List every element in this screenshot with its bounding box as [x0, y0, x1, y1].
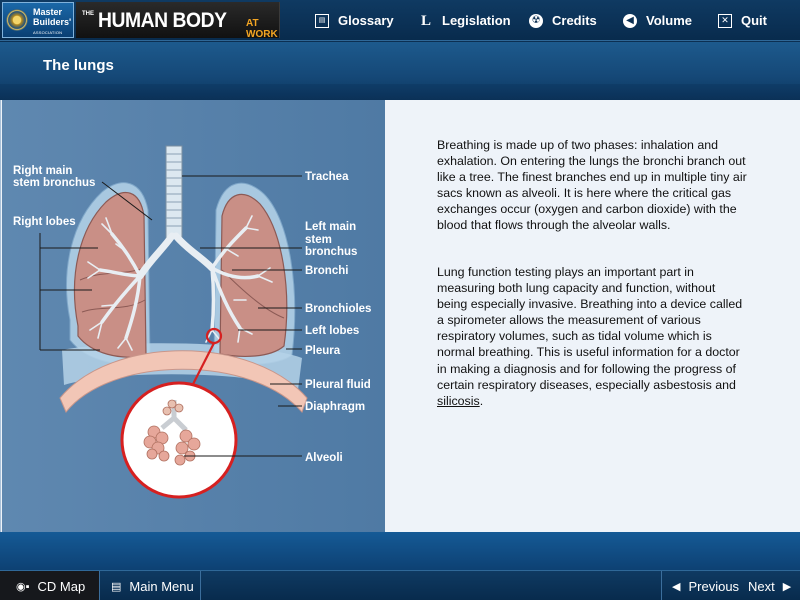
previous-label: Previous [688, 578, 740, 594]
label-trachea: Trachea [305, 171, 349, 183]
label-left-lobes: Left lobes [305, 325, 359, 337]
nav-legislation-label: Legislation [442, 13, 511, 28]
chevron-left-icon: ◀ [672, 580, 681, 593]
nav-glossary[interactable]: ▤ Glossary [315, 0, 394, 41]
label-pleura: Pleura [305, 345, 341, 357]
quit-icon: ✕ [718, 13, 732, 28]
paragraph-lung-function: Lung function testing plays an important… [437, 264, 747, 409]
label-alveoli: Alveoli [305, 452, 343, 464]
chevron-right-icon: ▶ [782, 580, 792, 593]
nav-credits[interactable]: ☢ Credits [529, 0, 597, 41]
main-menu-button[interactable]: ▤ Main Menu [101, 571, 201, 600]
content-area: Right main stem bronchus Right lobes Tra… [0, 100, 800, 532]
page-title: The lungs [43, 57, 114, 74]
bottom-bar: ◉▪ CD Map ▤ Main Menu ◀ Previous Next ▶ [0, 570, 800, 600]
nav-volume[interactable]: ◀ Volume [623, 0, 692, 41]
volume-icon: ◀ [623, 13, 637, 28]
menu-icon: ▤ [111, 580, 122, 593]
label-left-main-1: Left main [305, 221, 356, 233]
previous-button[interactable]: ◀ Previous [661, 571, 740, 600]
master-builders-logo: Master Builders' ASSOCIATION [2, 2, 74, 38]
app-window: Master Builders' ASSOCIATION THE HUMAN B… [0, 0, 800, 600]
product-prefix: THE [82, 11, 94, 17]
footer-band [0, 532, 800, 570]
nav-credits-label: Credits [552, 13, 597, 28]
nav-legislation[interactable]: L Legislation [419, 0, 511, 41]
label-diaphragm: Diaphragm [305, 401, 365, 413]
logo-line-1: Master [33, 7, 63, 17]
nav-quit[interactable]: ✕ Quit [718, 0, 767, 41]
paragraph-lung-function-text: Lung function testing plays an important… [437, 265, 743, 392]
label-right-lobes: Right lobes [13, 216, 76, 228]
title-bar: The lungs [0, 42, 800, 100]
paragraph-breathing: Breathing is made up of two phases: inha… [437, 138, 747, 233]
label-pleural-fluid: Pleural fluid [305, 379, 371, 391]
label-right-main-1: Right main [13, 165, 72, 177]
next-button[interactable]: Next ▶ [738, 571, 800, 600]
cd-map-label: CD Map [37, 578, 86, 594]
product-title: HUMAN BODY [98, 9, 227, 32]
label-left-main-2: stem [305, 234, 332, 246]
label-right-main-2: stem bronchus [13, 177, 95, 189]
logo-line-3: ASSOCIATION [33, 30, 63, 35]
product-suffix: AT WORK [246, 18, 278, 40]
main-bronchi [136, 232, 216, 280]
top-bar: Master Builders' ASSOCIATION THE HUMAN B… [0, 0, 800, 41]
logo-line-2: Builders' [33, 17, 72, 27]
lung-diagram-svg: Right main stem bronchus Right lobes Tra… [13, 145, 371, 499]
nav-glossary-label: Glossary [338, 13, 394, 28]
label-bronchioles: Bronchioles [305, 303, 371, 315]
cd-map-icon: ◉▪ [16, 580, 30, 593]
title-bar-stripe [0, 84, 800, 100]
credits-icon: ☢ [529, 13, 543, 28]
association-seal-icon [6, 9, 28, 31]
alveoli-zoom-circle [120, 381, 238, 499]
paragraph-end: . [479, 393, 484, 408]
cd-map-button[interactable]: ◉▪ CD Map [0, 571, 100, 600]
label-bronchi: Bronchi [305, 265, 348, 277]
nav-volume-label: Volume [646, 13, 692, 28]
next-label: Next [748, 578, 775, 594]
main-menu-label: Main Menu [129, 578, 194, 594]
product-logo: THE HUMAN BODY AT WORK [76, 2, 280, 40]
legislation-icon: L [420, 12, 431, 29]
glossary-icon: ▤ [315, 13, 329, 28]
trachea-shape [165, 145, 183, 239]
text-panel: Breathing is made up of two phases: inha… [386, 100, 800, 532]
label-left-main-3: bronchus [305, 246, 357, 258]
nav-quit-label: Quit [741, 13, 767, 28]
lung-diagram: Right main stem bronchus Right lobes Tra… [2, 100, 385, 532]
silicosis-link[interactable]: silicosis [437, 394, 480, 408]
